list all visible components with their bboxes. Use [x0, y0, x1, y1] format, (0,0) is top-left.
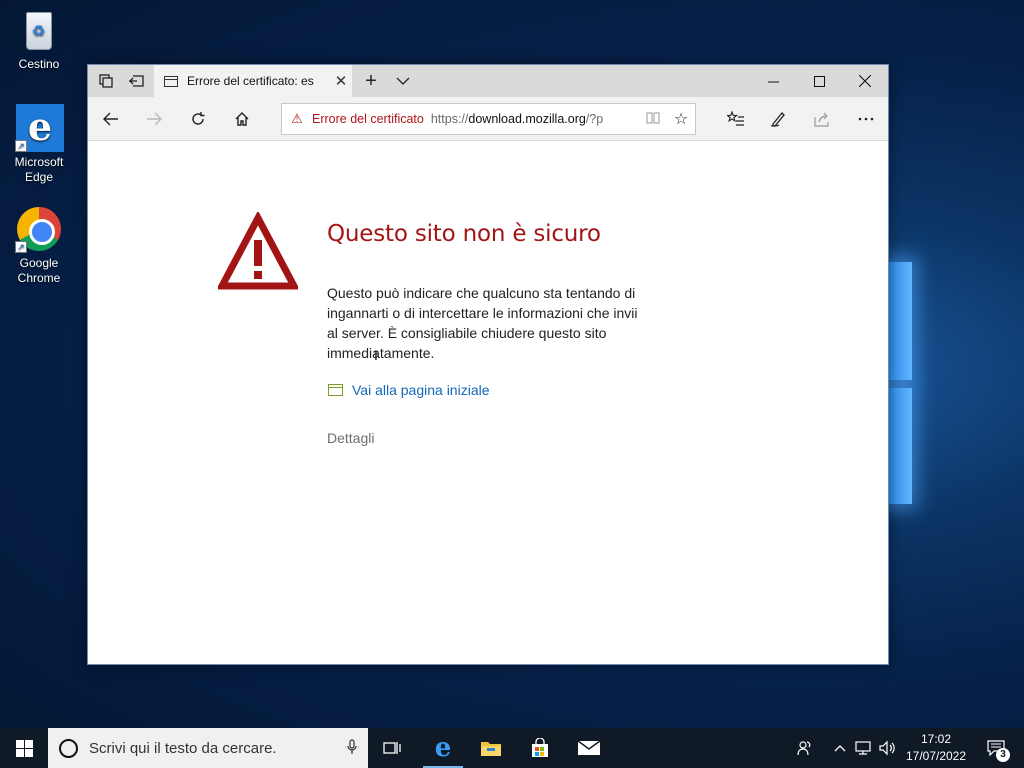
- desktop-icon-chrome[interactable]: ↗ Google Chrome: [6, 205, 72, 286]
- tab-preview-icon[interactable]: [387, 65, 419, 97]
- home-button[interactable]: [220, 97, 264, 141]
- desktop-icon-label: Microsoft Edge: [14, 155, 64, 184]
- mail-icon[interactable]: [565, 728, 613, 768]
- warning-triangle-icon: [216, 210, 300, 292]
- page-content: Questo sito non è sicuro Questo può indi…: [88, 142, 888, 664]
- close-tab-icon[interactable]: ✕: [330, 72, 352, 90]
- taskbar-clock[interactable]: 17:02 17/07/2022: [900, 731, 972, 765]
- clock-date: 17/07/2022: [905, 749, 967, 763]
- close-icon[interactable]: [842, 65, 888, 97]
- home-icon: [235, 112, 249, 126]
- favorite-star-icon[interactable]: ☆: [667, 109, 695, 129]
- microphone-icon[interactable]: [336, 738, 368, 758]
- back-button[interactable]: [88, 97, 132, 141]
- new-tab-icon[interactable]: +: [355, 65, 387, 97]
- windows-logo-wallpaper: [888, 258, 914, 510]
- details-link[interactable]: Dettagli: [327, 430, 374, 446]
- title-bar: Errore del certificato: es ✕ +: [88, 65, 888, 97]
- address-bar[interactable]: ⚠ Errore del certificato https://downloa…: [281, 103, 696, 135]
- go-home-link-label: Vai alla pagina iniziale: [352, 382, 490, 398]
- windows-icon: [15, 739, 33, 757]
- refresh-icon: [192, 112, 205, 125]
- notes-icon[interactable]: [756, 97, 800, 141]
- page-icon: [164, 75, 178, 87]
- recycle-bin-icon: ♻: [15, 6, 63, 54]
- taskbar: Scrivi qui il testo da cercare. e 17:02 …: [0, 728, 1024, 768]
- text-cursor-icon: Ι: [374, 347, 378, 363]
- share-icon[interactable]: [800, 97, 844, 141]
- desktop-icon-label: Cestino: [18, 57, 60, 71]
- chrome-icon: ↗: [15, 205, 63, 253]
- certificate-error-label[interactable]: Errore del certificato: [312, 112, 424, 126]
- clock-time: 17:02: [920, 732, 952, 746]
- tab-active[interactable]: Errore del certificato: es ✕: [154, 65, 352, 97]
- tab-title: Errore del certificato: es: [187, 74, 314, 88]
- tab-set-aside-icon[interactable]: [90, 65, 122, 97]
- favorites-icon[interactable]: [714, 97, 758, 141]
- refresh-button[interactable]: [176, 97, 220, 141]
- show-tabs-icon[interactable]: [120, 65, 152, 97]
- search-placeholder: Scrivi qui il testo da cercare.: [89, 739, 277, 757]
- arrow-left-icon: [102, 112, 118, 126]
- url-text[interactable]: https://download.mozilla.org/?p: [431, 112, 639, 126]
- minimize-icon[interactable]: [750, 65, 796, 97]
- navigation-bar: ⚠ Errore del certificato https://downloa…: [88, 97, 888, 141]
- go-home-link[interactable]: Vai alla pagina iniziale: [328, 382, 490, 398]
- start-button[interactable]: [0, 728, 48, 768]
- notification-count-badge: 3: [996, 748, 1010, 762]
- people-icon[interactable]: [790, 728, 820, 768]
- desktop-icon-label: Google Chrome: [17, 256, 61, 285]
- edge-icon[interactable]: e: [419, 728, 467, 768]
- action-center-button[interactable]: 3: [978, 728, 1014, 768]
- task-view-icon[interactable]: [368, 728, 416, 768]
- maximize-icon[interactable]: [796, 65, 842, 97]
- store-icon[interactable]: [516, 728, 564, 768]
- network-icon[interactable]: [852, 728, 876, 768]
- taskbar-search-box[interactable]: Scrivi qui il testo da cercare.: [48, 728, 368, 768]
- edge-icon: e ↗: [15, 104, 64, 152]
- edge-window: Errore del certificato: es ✕ + ⚠ Errore …: [87, 64, 889, 665]
- page-title: Questo sito non è sicuro: [327, 221, 601, 247]
- desktop-icon-recycle-bin[interactable]: ♻ Cestino: [6, 6, 72, 72]
- more-icon[interactable]: [844, 97, 888, 141]
- page-icon: [328, 384, 343, 396]
- error-description: Questo può indicare che qualcuno sta ten…: [327, 285, 638, 361]
- reading-view-icon[interactable]: [639, 111, 667, 127]
- file-explorer-icon[interactable]: [467, 728, 515, 768]
- desktop-icon-edge[interactable]: e ↗ Microsoft Edge: [6, 104, 72, 185]
- cortana-icon: [59, 738, 78, 758]
- volume-icon[interactable]: [877, 728, 899, 768]
- chevron-up-icon[interactable]: [830, 728, 850, 768]
- arrow-right-icon: [146, 112, 162, 126]
- forward-button[interactable]: [132, 97, 176, 141]
- warning-icon[interactable]: ⚠: [282, 111, 312, 127]
